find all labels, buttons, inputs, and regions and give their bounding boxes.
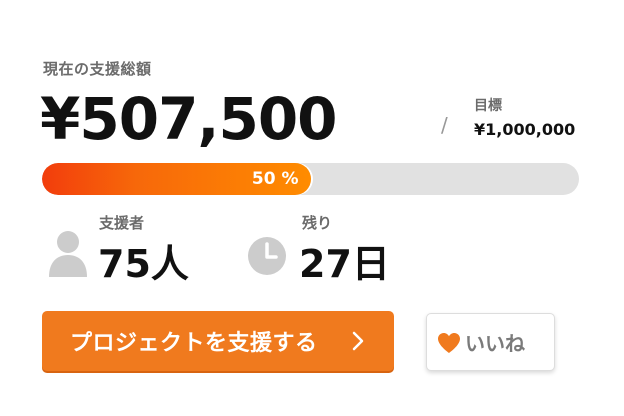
clock-icon xyxy=(248,237,286,275)
amount-separator: / xyxy=(441,113,448,137)
goal-label: 目標 xyxy=(474,98,502,114)
like-button[interactable]: いいね xyxy=(426,313,555,371)
remaining-days: 27日 xyxy=(299,242,390,286)
progress-percent: 50 % xyxy=(251,169,299,189)
progress-bar: 50 % xyxy=(42,163,579,195)
current-funding-amount: ¥507,500 xyxy=(40,85,338,153)
heart-icon xyxy=(438,333,460,353)
goal-amount: ¥1,000,000 xyxy=(474,120,576,139)
supporters-count: 75人 xyxy=(98,242,189,286)
supporters-label: 支援者 xyxy=(99,214,145,232)
user-icon xyxy=(49,231,87,277)
progress-fill: 50 % xyxy=(42,163,311,195)
remaining-label: 残り xyxy=(302,214,333,232)
current-funding-label: 現在の支援総額 xyxy=(43,60,152,78)
chevron-right-icon xyxy=(352,331,364,351)
support-project-button[interactable]: プロジェクトを支援する xyxy=(42,311,394,371)
support-project-label: プロジェクトを支援する xyxy=(70,330,318,355)
like-label: いいね xyxy=(465,333,525,356)
